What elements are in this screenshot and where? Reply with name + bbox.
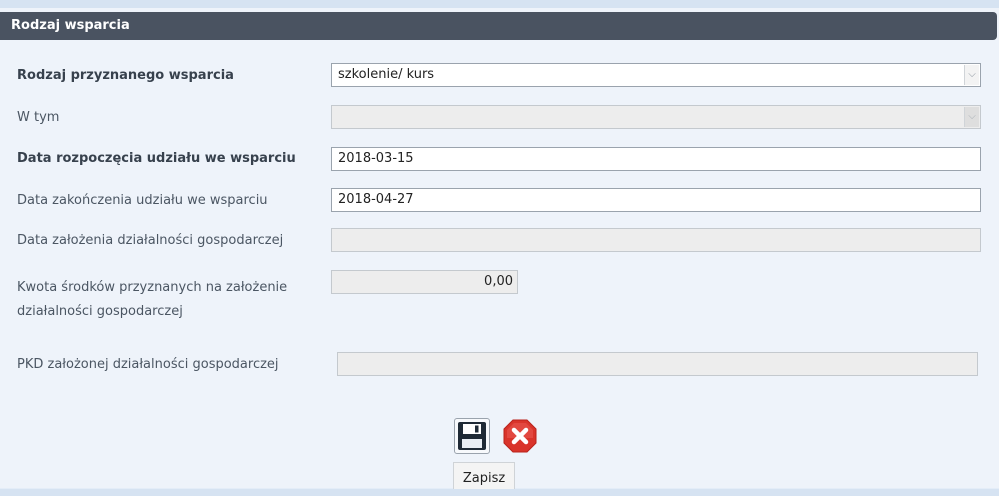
end-date-input[interactable]: 2018-04-27: [331, 188, 981, 212]
business-founding-date-input: [331, 228, 981, 252]
support-type-select[interactable]: szkolenie/ kurs ⌵: [331, 63, 981, 87]
start-date-input[interactable]: 2018-03-15: [331, 147, 981, 171]
chevron-down-icon: ⌵: [964, 107, 979, 127]
support-type-label: Rodzaj przyznanego wsparcia: [17, 68, 234, 83]
start-date-label: Data rozpoczęcia udziału we wsparciu: [17, 151, 296, 166]
cancel-button[interactable]: [502, 418, 538, 454]
support-type-value: szkolenie/ kurs: [338, 67, 435, 82]
business-founding-date-label: Data założenia działalności gospodarczej: [17, 233, 284, 248]
chevron-down-icon[interactable]: ⌵: [964, 65, 979, 85]
end-date-label: Data zakończenia udziału we wsparciu: [17, 193, 268, 208]
panel-header: Rodzaj wsparcia: [0, 12, 997, 40]
funds-amount-label-line1: Kwota środków przyznanych na założenie: [17, 280, 288, 295]
close-icon: [503, 419, 537, 453]
pkd-input: [337, 352, 978, 376]
including-label: W tym: [17, 110, 60, 125]
funds-amount-label-line2: działalności gospodarczej: [17, 304, 183, 319]
floppy-disk-icon: [458, 422, 486, 450]
pkd-label: PKD założonej działalności gospodarczej: [17, 357, 279, 372]
support-type-panel: Rodzaj wsparcia Rodzaj przyznanego wspar…: [0, 8, 999, 488]
top-strip: [0, 0, 999, 8]
bottom-strip: [0, 489, 999, 496]
save-button[interactable]: [454, 418, 490, 454]
including-select: ⌵: [331, 105, 981, 129]
funds-amount-label: Kwota środków przyznanych na założenie d…: [17, 276, 287, 324]
funds-amount-input: 0,00: [331, 270, 518, 294]
